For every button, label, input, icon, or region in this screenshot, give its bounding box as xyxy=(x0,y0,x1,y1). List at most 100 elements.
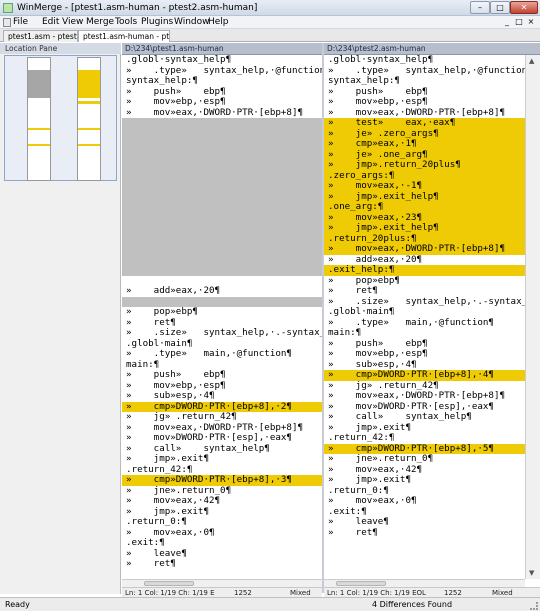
left-code-line[interactable]: » .size» syntax_help,·.-syntax_help¶ xyxy=(122,328,322,339)
right-code-line[interactable]: » jg» .return_42¶ xyxy=(324,381,525,392)
left-code-line[interactable] xyxy=(122,160,322,171)
right-code-line[interactable]: .exit:¶ xyxy=(324,507,525,518)
right-code-line[interactable]: .return_0:¶ xyxy=(324,486,525,497)
left-code-line[interactable]: » jmp».exit¶ xyxy=(122,454,322,465)
tab-ptest-asm[interactable]: ptest1.asm - ptest2.asm xyxy=(3,30,78,42)
menu-plugins[interactable]: Plugins xyxy=(141,17,173,27)
right-code-line[interactable]: » add»eax,·20¶ xyxy=(324,255,525,266)
left-scroll-thumb[interactable] xyxy=(144,581,194,586)
left-code-editor[interactable]: .globl·syntax_help¶» .type» syntax_help,… xyxy=(122,55,322,579)
left-code-line[interactable] xyxy=(122,149,322,160)
left-code-line[interactable]: » mov»DWORD·PTR·[esp],·eax¶ xyxy=(122,433,322,444)
right-code-line[interactable]: » jmp».exit_help¶ xyxy=(324,223,525,234)
right-code-line[interactable]: » pop»ebp¶ xyxy=(324,276,525,287)
left-code-line[interactable] xyxy=(122,233,322,244)
left-code-line[interactable] xyxy=(122,254,322,265)
left-code-line[interactable]: » mov»eax,·DWORD·PTR·[ebp+8]¶ xyxy=(122,423,322,434)
right-code-line[interactable]: » mov»eax,·42¶ xyxy=(324,465,525,476)
left-code-line[interactable]: .globl·syntax_help¶ xyxy=(122,55,322,66)
left-code-line[interactable]: » mov»eax,·DWORD·PTR·[ebp+8]¶ xyxy=(122,108,322,119)
left-code-line[interactable]: » cmp»DWORD·PTR·[ebp+8],·2¶ xyxy=(122,401,322,412)
left-code-line[interactable]: » call» syntax_help¶ xyxy=(122,444,322,455)
right-code-line[interactable]: » mov»eax,·DWORD·PTR·[ebp+8]¶ xyxy=(324,244,525,255)
left-code-line[interactable] xyxy=(122,244,322,255)
left-code-line[interactable] xyxy=(122,202,322,213)
right-code-line[interactable]: » test» eax,·eax¶ xyxy=(324,118,525,129)
right-code-line[interactable]: » cmp»DWORD·PTR·[ebp+8],·5¶ xyxy=(324,443,525,454)
right-code-line[interactable]: » jmp».exit_help¶ xyxy=(324,191,525,202)
vertical-scrollbar[interactable]: ▲ ▼ xyxy=(525,55,540,579)
left-code-line[interactable] xyxy=(122,118,322,129)
location-left-column[interactable] xyxy=(27,57,51,181)
doc-close-button[interactable]: × xyxy=(526,17,536,27)
right-code-line[interactable]: » cmp»DWORD·PTR·[ebp+8],·4¶ xyxy=(324,370,525,381)
right-code-line[interactable]: » mov»ebp,·esp¶ xyxy=(324,97,525,108)
document-icon[interactable] xyxy=(3,18,11,27)
left-code-line[interactable]: » ret¶ xyxy=(122,559,322,570)
left-code-line[interactable]: » leave¶ xyxy=(122,549,322,560)
right-code-line[interactable]: » cmp»eax,·1¶ xyxy=(324,139,525,150)
right-horizontal-scrollbar[interactable] xyxy=(324,579,525,587)
resize-grip[interactable] xyxy=(530,602,538,610)
scroll-up-arrow-icon[interactable]: ▲ xyxy=(529,57,534,65)
location-right-column[interactable] xyxy=(77,57,101,181)
doc-restore-button[interactable]: □ xyxy=(514,17,524,27)
maximize-button[interactable]: □ xyxy=(490,1,510,14)
right-code-line[interactable]: » leave¶ xyxy=(324,517,525,528)
left-horizontal-scrollbar[interactable] xyxy=(122,579,322,587)
left-code-line[interactable]: main:¶ xyxy=(122,360,322,371)
right-code-line[interactable]: .one_arg:¶ xyxy=(324,202,525,213)
left-code-line[interactable]: » push» ebp¶ xyxy=(122,370,322,381)
menu-file[interactable]: File xyxy=(13,17,28,27)
menu-merge[interactable]: Merge xyxy=(86,17,114,27)
left-code-line[interactable]: » .type» main,·@function¶ xyxy=(122,349,322,360)
right-code-line[interactable]: » jmp».exit¶ xyxy=(324,423,525,434)
right-code-line[interactable]: » .size» syntax_help,·.-syntax_help¶ xyxy=(324,297,525,308)
left-code-line[interactable]: » push» ebp¶ xyxy=(122,87,322,98)
right-code-line[interactable]: » sub»esp,·4¶ xyxy=(324,360,525,371)
left-code-line[interactable]: .return_42:¶ xyxy=(122,465,322,476)
right-code-line[interactable]: » jmp».exit¶ xyxy=(324,475,525,486)
right-code-line[interactable]: » je» .one_arg¶ xyxy=(324,149,525,160)
left-code-line[interactable]: » pop»ebp¶ xyxy=(122,307,322,318)
left-code-line[interactable]: » ret¶ xyxy=(122,318,322,329)
right-code-line[interactable]: » jne».return_0¶ xyxy=(324,454,525,465)
right-code-line[interactable]: » .type» main,·@function¶ xyxy=(324,318,525,329)
left-code-line[interactable] xyxy=(122,191,322,202)
left-code-line[interactable]: .globl·main¶ xyxy=(122,339,322,350)
right-code-line[interactable]: .return_20plus:¶ xyxy=(324,233,525,244)
left-code-line[interactable]: » sub»esp,·4¶ xyxy=(122,391,322,402)
right-code-line[interactable]: » mov»ebp,·esp¶ xyxy=(324,349,525,360)
left-code-line[interactable]: » add»eax,·20¶ xyxy=(122,286,322,297)
left-code-line[interactable]: » cmp»DWORD·PTR·[ebp+8],·3¶ xyxy=(122,475,322,486)
menu-view[interactable]: View xyxy=(62,17,83,27)
tab-ptest-asm-human[interactable]: ptest1.asm-human - ptest2.asm-human xyxy=(78,30,170,42)
left-code-line[interactable] xyxy=(122,212,322,223)
right-code-line[interactable]: » mov»eax,·-1¶ xyxy=(324,181,525,192)
menu-help[interactable]: Help xyxy=(208,17,229,27)
left-code-line[interactable]: » .type» syntax_help,·@function¶ xyxy=(122,66,322,77)
right-code-line[interactable]: » mov»eax,·DWORD·PTR·[ebp+8]¶ xyxy=(324,391,525,402)
right-code-line[interactable]: » jmp».return_20plus¶ xyxy=(324,160,525,171)
right-code-line[interactable]: » push» ebp¶ xyxy=(324,339,525,350)
left-code-line[interactable]: syntax_help:¶ xyxy=(122,76,322,87)
right-code-line[interactable]: » push» ebp¶ xyxy=(324,87,525,98)
left-code-line[interactable]: » mov»ebp,·esp¶ xyxy=(122,97,322,108)
scroll-down-arrow-icon[interactable]: ▼ xyxy=(529,569,534,577)
right-code-line[interactable]: » ret¶ xyxy=(324,528,525,539)
left-code-line[interactable] xyxy=(122,296,322,307)
left-code-line[interactable] xyxy=(122,223,322,234)
left-code-line[interactable]: .exit:¶ xyxy=(122,538,322,549)
right-code-line[interactable]: .return_42:¶ xyxy=(324,433,525,444)
menu-tools[interactable]: Tools xyxy=(115,17,137,27)
right-scroll-thumb[interactable] xyxy=(336,581,386,586)
left-code-line[interactable] xyxy=(122,181,322,192)
left-code-line[interactable]: » mov»eax,·42¶ xyxy=(122,496,322,507)
left-code-line[interactable]: » jmp».exit¶ xyxy=(122,507,322,518)
close-button[interactable]: ✕ xyxy=(510,1,538,14)
right-code-line[interactable]: » ret¶ xyxy=(324,286,525,297)
right-code-line[interactable]: » mov»eax,·DWORD·PTR·[ebp+8]¶ xyxy=(324,108,525,119)
right-code-line[interactable]: » je» .zero_args¶ xyxy=(324,128,525,139)
right-code-line[interactable]: .globl·syntax_help¶ xyxy=(324,55,525,66)
right-code-line[interactable]: .exit_help:¶ xyxy=(324,265,525,276)
